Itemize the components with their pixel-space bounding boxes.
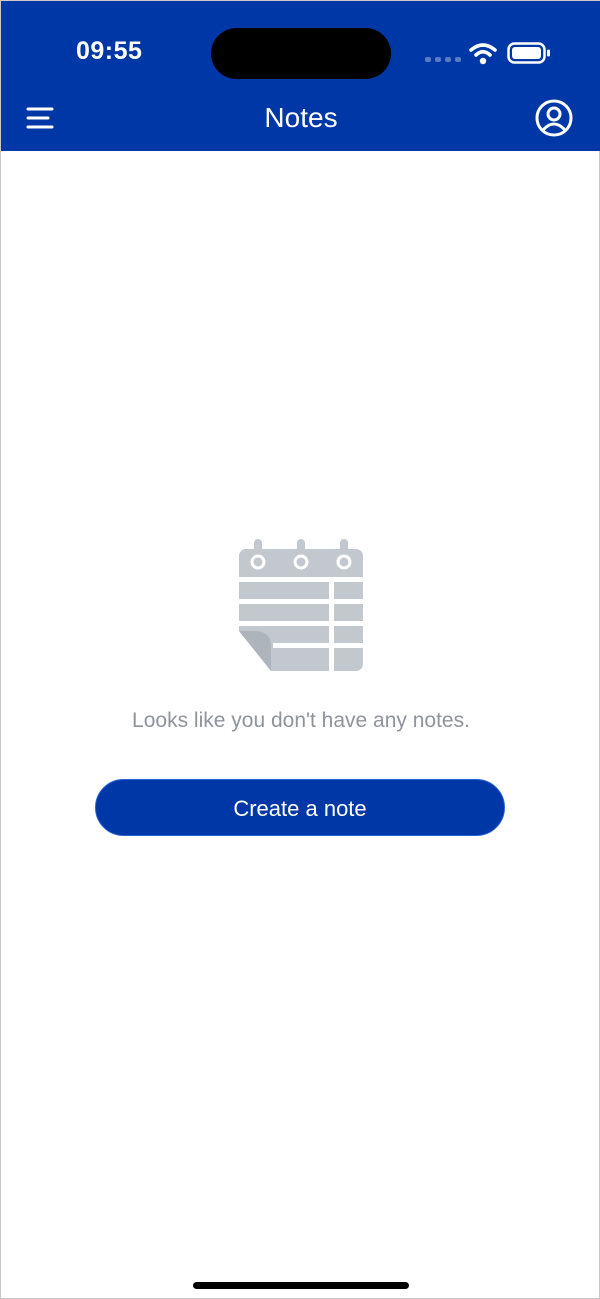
wifi-icon: [469, 43, 497, 65]
create-note-button[interactable]: Create a note: [95, 779, 505, 836]
menu-icon: [26, 107, 54, 129]
empty-state-message: Looks like you don't have any notes.: [132, 709, 470, 732]
dynamic-island: [211, 28, 391, 79]
app-header: 09:55 Notes: [1, 1, 600, 151]
battery-icon: [507, 42, 550, 64]
profile-button[interactable]: [531, 97, 577, 143]
cellular-signal-icon: [425, 57, 461, 63]
menu-button[interactable]: [19, 97, 61, 139]
status-time: 09:55: [76, 37, 143, 65]
page-title: Notes: [264, 102, 338, 133]
notes-calendar-icon: [239, 539, 363, 673]
profile-icon: [535, 99, 573, 137]
home-indicator: [193, 1282, 409, 1289]
app-screen: 09:55 Notes Looks like you don't have an…: [0, 0, 600, 1299]
